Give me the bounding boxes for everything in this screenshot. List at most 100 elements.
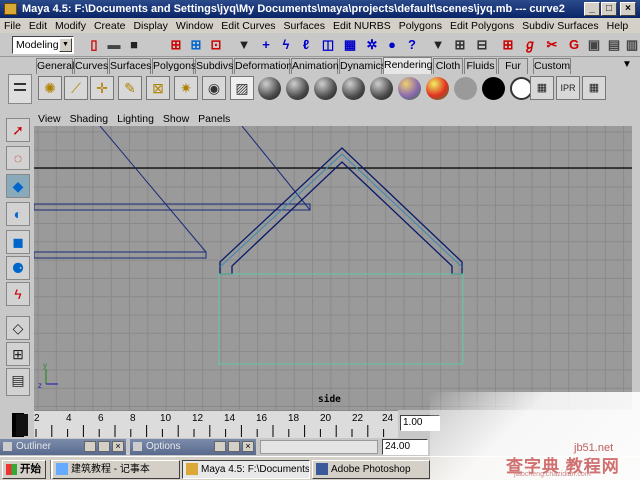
spot-light-icon[interactable]: ✎ bbox=[118, 76, 142, 100]
menu-modify[interactable]: Modify bbox=[55, 20, 86, 32]
menu-edit-polygons[interactable]: Edit Polygons bbox=[450, 20, 514, 32]
history-icon[interactable]: G bbox=[566, 37, 582, 53]
camera-icon[interactable]: ◉ bbox=[202, 76, 226, 100]
tab-cloth[interactable]: Cloth bbox=[433, 58, 463, 74]
select-surfaces-icon[interactable]: ◫ bbox=[320, 37, 336, 53]
material-ball-icon[interactable] bbox=[398, 77, 421, 100]
four-pane-layout-icon[interactable]: ⊞ bbox=[6, 342, 30, 366]
selection-mask-icon[interactable]: ▼ bbox=[236, 37, 252, 53]
select-hierarchy-icon[interactable]: ⊞ bbox=[168, 37, 184, 53]
tab-fur[interactable]: Fur bbox=[498, 58, 528, 74]
start-button[interactable]: 开始 bbox=[2, 460, 46, 479]
open-scene-icon[interactable]: ▬ bbox=[106, 37, 122, 53]
panel-menu-view[interactable]: View bbox=[38, 113, 61, 125]
snap-toggle-icon[interactable]: ▼ bbox=[430, 37, 446, 53]
select-tool-icon[interactable]: ➚ bbox=[6, 118, 30, 142]
render-view-icon[interactable]: ▣ bbox=[586, 37, 602, 53]
panel-menu-panels[interactable]: Panels bbox=[198, 113, 230, 125]
select-object-icon[interactable]: ⊞ bbox=[188, 37, 204, 53]
menu-file[interactable]: File bbox=[4, 20, 21, 32]
hypershade-icon[interactable]: ▨ bbox=[230, 76, 254, 100]
scale-tool-icon[interactable]: ◼ bbox=[6, 230, 30, 254]
lasso-tool-icon[interactable]: ◌ bbox=[6, 146, 30, 170]
menu-window[interactable]: Window bbox=[176, 20, 213, 32]
tab-surfaces[interactable]: Surfaces bbox=[109, 58, 151, 74]
tab-fluids[interactable]: Fluids bbox=[464, 58, 497, 74]
tab-polygons[interactable]: Polygons bbox=[152, 58, 196, 74]
tab-curves[interactable]: Curves bbox=[74, 58, 108, 74]
shelf-options-icon[interactable]: ▼ bbox=[622, 59, 632, 70]
restore-icon[interactable] bbox=[214, 441, 226, 452]
ipr-render-icon[interactable]: ▤ bbox=[606, 37, 622, 53]
snap-curve-icon[interactable]: ⊟ bbox=[474, 37, 490, 53]
menu-surfaces[interactable]: Surfaces bbox=[284, 20, 325, 32]
new-scene-icon[interactable]: ▯ bbox=[86, 37, 102, 53]
tab-custom[interactable]: Custom bbox=[533, 58, 571, 74]
close-icon[interactable]: × bbox=[112, 441, 124, 452]
volume-light-icon[interactable]: ✷ bbox=[174, 76, 198, 100]
close-icon[interactable]: × bbox=[242, 441, 254, 452]
material-ball-icon[interactable] bbox=[482, 77, 505, 100]
single-pane-layout-icon[interactable]: ◇ bbox=[6, 316, 30, 340]
material-ball-icon[interactable] bbox=[258, 77, 281, 100]
tab-animation[interactable]: Animation bbox=[291, 58, 339, 74]
viewport-canvas[interactable]: y z bbox=[34, 126, 632, 410]
save-scene-icon[interactable]: ■ bbox=[126, 37, 142, 53]
snap-grid-icon[interactable]: ⊞ bbox=[452, 37, 468, 53]
menu-subdiv-surfaces[interactable]: Subdiv Surfaces bbox=[522, 20, 598, 32]
menu-edit-curves[interactable]: Edit Curves bbox=[221, 20, 275, 32]
select-curves-icon[interactable]: ℓ bbox=[298, 37, 314, 53]
end-frame-field[interactable]: 24.00 bbox=[382, 439, 428, 455]
material-ball-icon[interactable] bbox=[370, 77, 393, 100]
ipr-render-clapper-icon[interactable]: IPR bbox=[556, 76, 580, 100]
task-notepad[interactable]: 建筑教程 - 记事本 bbox=[52, 460, 180, 479]
maya-app-icon[interactable] bbox=[4, 3, 17, 15]
options-window[interactable]: Options × bbox=[130, 439, 256, 455]
tab-deformation[interactable]: Deformation bbox=[234, 58, 292, 74]
panel-menu-lighting[interactable]: Lighting bbox=[117, 113, 154, 125]
material-ball-icon[interactable] bbox=[314, 77, 337, 100]
ambient-light-icon[interactable]: ✺ bbox=[38, 76, 62, 100]
render-globals-icon[interactable]: ▥ bbox=[624, 37, 640, 53]
chevron-down-icon[interactable]: ▼ bbox=[59, 38, 72, 52]
menu-help[interactable]: Help bbox=[607, 20, 629, 32]
select-handles-icon[interactable]: ϟ bbox=[278, 37, 294, 53]
menu-create[interactable]: Create bbox=[94, 20, 126, 32]
menu-edit[interactable]: Edit bbox=[29, 20, 47, 32]
shelf-menu-button[interactable] bbox=[8, 74, 32, 104]
select-deformations-icon[interactable]: ▦ bbox=[342, 37, 358, 53]
menu-edit-nurbs[interactable]: Edit NURBS bbox=[333, 20, 391, 32]
restore-icon[interactable] bbox=[84, 441, 96, 452]
batch-render-clapper-icon[interactable]: ▦ bbox=[582, 76, 606, 100]
tab-subdivs[interactable]: Subdivs bbox=[195, 58, 233, 74]
snap-view-plane-icon[interactable]: ℊ bbox=[522, 37, 538, 53]
point-light-icon[interactable]: ✛ bbox=[90, 76, 114, 100]
task-maya[interactable]: Maya 4.5: F:\Documents... bbox=[182, 460, 310, 479]
render-clapper-icon[interactable]: ▦ bbox=[530, 76, 554, 100]
area-light-icon[interactable]: ⊠ bbox=[146, 76, 170, 100]
maximize-icon[interactable] bbox=[228, 441, 240, 452]
material-ball-icon[interactable] bbox=[426, 77, 449, 100]
tab-dynamics[interactable]: Dynamics bbox=[339, 58, 386, 74]
snap-point-icon[interactable]: ⊞ bbox=[500, 37, 516, 53]
tab-general[interactable]: General bbox=[36, 58, 74, 74]
side-viewport[interactable]: y z side bbox=[34, 126, 632, 410]
manipulator-tool-icon[interactable]: ⚈ bbox=[6, 256, 30, 280]
current-frame-marker[interactable] bbox=[16, 414, 28, 436]
select-rendering-icon[interactable]: ● bbox=[384, 37, 400, 53]
directional-light-icon[interactable]: ⟋ bbox=[64, 76, 88, 100]
close-button[interactable]: × bbox=[620, 2, 636, 16]
make-live-icon[interactable]: ✂ bbox=[544, 37, 560, 53]
maximize-icon[interactable] bbox=[98, 441, 110, 452]
maximize-button[interactable]: □ bbox=[601, 2, 617, 16]
task-photoshop[interactable]: Adobe Photoshop bbox=[312, 460, 430, 479]
outliner-window[interactable]: Outliner × bbox=[0, 439, 126, 455]
rotate-tool-icon[interactable]: ◐ bbox=[6, 202, 30, 226]
range-slider-bar[interactable] bbox=[260, 440, 378, 454]
time-slider[interactable]: 2 4 6 8 10 12 14 16 18 20 22 24 bbox=[12, 410, 398, 438]
select-dynamics-icon[interactable]: ✲ bbox=[364, 37, 380, 53]
panel-menu-show[interactable]: Show bbox=[163, 113, 189, 125]
last-tool-icon[interactable]: ϟ bbox=[6, 282, 30, 306]
move-tool-icon[interactable]: ◆ bbox=[6, 174, 30, 198]
select-misc-icon[interactable]: ? bbox=[404, 37, 420, 53]
